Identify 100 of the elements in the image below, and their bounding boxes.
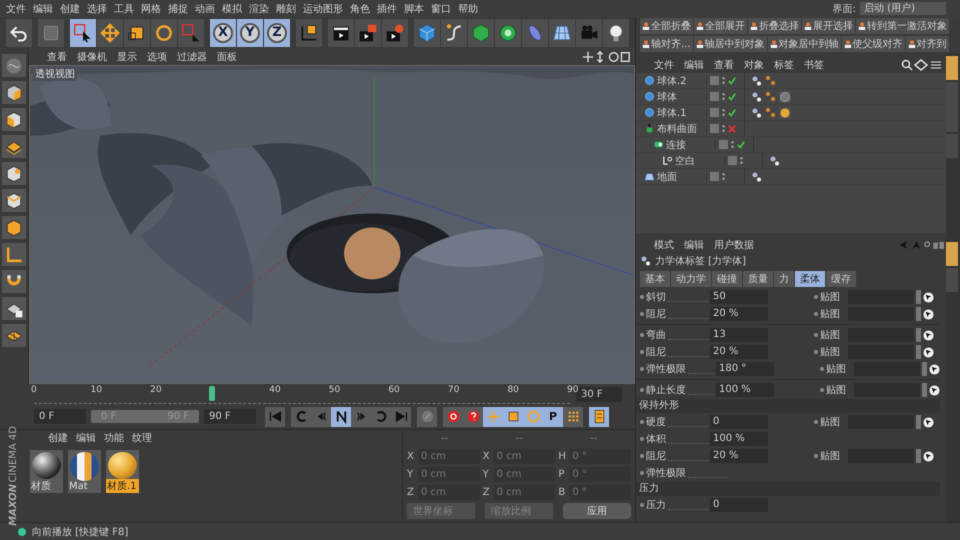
coordinate-button[interactable] — [296, 18, 322, 46]
axis-lock-button[interactable]: Y — [237, 18, 263, 46]
layers-button[interactable] — [2, 135, 26, 158]
rotate-button[interactable] — [151, 18, 177, 46]
object-menu-item[interactable]: 书签 — [804, 58, 824, 72]
menu-item[interactable]: 网格 — [141, 2, 161, 16]
scale-button[interactable] — [124, 18, 150, 46]
parameter-field[interactable]: 50 — [710, 290, 768, 304]
playhead[interactable] — [209, 386, 216, 400]
parameter-field[interactable]: 20 % — [710, 449, 768, 463]
menu-item[interactable]: 选择 — [87, 2, 107, 16]
material-swatch[interactable]: Mat — [68, 450, 101, 493]
attribute-menu-item[interactable]: 用户数据 — [714, 238, 754, 252]
navigation-icon[interactable] — [581, 50, 631, 62]
dots-tag-icon[interactable] — [765, 74, 777, 86]
object-name[interactable]: 球体.2 — [657, 74, 687, 88]
menu-item[interactable]: 渲染 — [249, 2, 269, 16]
arrow-icon[interactable] — [923, 450, 934, 462]
object-menu-item[interactable]: 编辑 — [684, 58, 704, 72]
parameter-field[interactable]: 13 — [710, 328, 768, 342]
parameter-field[interactable]: 20 % — [710, 307, 768, 321]
magnet-button[interactable] — [2, 270, 26, 293]
apply-button[interactable]: 应用 — [563, 503, 631, 519]
viewport-menu-item[interactable]: 显示 — [117, 50, 137, 64]
floor-button[interactable] — [549, 18, 575, 46]
parameter-field[interactable]: 100 % — [716, 383, 774, 397]
menu-item[interactable]: 捕捉 — [168, 2, 188, 16]
menu-item[interactable]: 模拟 — [222, 2, 242, 16]
viewport-menu-item[interactable]: 选项 — [147, 50, 167, 64]
object-name[interactable]: 连接 — [666, 138, 686, 152]
attribute-tab[interactable]: 柔体 — [795, 271, 825, 287]
object-name[interactable]: 地面 — [657, 170, 677, 184]
parameter-field[interactable]: 20 % — [710, 345, 768, 359]
menu-item[interactable]: 运动图形 — [303, 2, 343, 16]
material-tag-icon[interactable] — [779, 106, 791, 118]
object-menu-item[interactable]: 文件 — [654, 58, 674, 72]
object-name[interactable]: 空白 — [675, 154, 695, 168]
light-bulb-button[interactable] — [603, 18, 629, 46]
dynamics-tag-icon[interactable] — [751, 74, 763, 86]
move-button[interactable] — [483, 406, 503, 426]
axis-button[interactable] — [2, 243, 26, 266]
end-frame-field[interactable]: 90 F — [204, 409, 256, 424]
undo-button[interactable] — [6, 18, 32, 46]
attribute-tab[interactable]: 缓存 — [826, 271, 856, 287]
cube-button[interactable] — [2, 162, 26, 185]
attribute-tab[interactable]: 质量 — [743, 271, 773, 287]
section-header[interactable]: 保持外形 — [636, 399, 940, 413]
material-swatch[interactable]: 材质 — [30, 450, 63, 493]
attribute-tab[interactable]: 碰撞 — [712, 271, 742, 287]
skip-start-button[interactable] — [265, 406, 285, 426]
arrow-icon[interactable] — [923, 416, 934, 428]
blank-button[interactable] — [38, 18, 64, 46]
object-tool-button[interactable]: 轴居中到对象 — [694, 36, 767, 52]
attribute-tab[interactable]: 动力学 — [671, 271, 711, 287]
material-menu-item[interactable]: 创建 — [48, 431, 68, 445]
object-name[interactable]: 球体.1 — [657, 106, 687, 120]
menu-item[interactable]: 角色 — [350, 2, 370, 16]
object-name[interactable]: 球体 — [657, 90, 677, 104]
menu-item[interactable]: 雕刻 — [276, 2, 296, 16]
material-menu-item[interactable]: 纹理 — [132, 431, 152, 445]
layout-dropdown[interactable]: 启动 (用户) — [860, 2, 946, 15]
dynamics-tag-icon[interactable] — [751, 106, 763, 118]
object-menu-item[interactable]: 查看 — [714, 58, 734, 72]
attribute-menu-item[interactable]: 模式 — [654, 238, 674, 252]
select-button[interactable] — [70, 18, 96, 46]
key-button[interactable] — [417, 406, 437, 426]
menu-item[interactable]: 帮助 — [458, 2, 478, 16]
viewport-menu-item[interactable]: 摄像机 — [77, 50, 107, 64]
film-strip-button[interactable] — [589, 406, 609, 426]
move-button[interactable] — [97, 18, 123, 46]
dynamics-tag-icon[interactable] — [751, 170, 763, 182]
object-name[interactable]: 布料曲面 — [657, 122, 697, 136]
clapperboard-button[interactable] — [328, 18, 354, 46]
material-menu-item[interactable]: 编辑 — [76, 431, 96, 445]
cube-button[interactable] — [414, 18, 440, 46]
cross-icon[interactable] — [728, 124, 736, 132]
arrow-icon[interactable] — [923, 292, 934, 302]
dots-grid-button[interactable] — [563, 406, 583, 426]
object-tool-button[interactable]: 使父级对齐 — [842, 36, 905, 52]
object-tool-button[interactable]: 对象居中到轴 — [768, 36, 841, 52]
dynamics-tag-icon[interactable] — [769, 154, 781, 166]
record-button[interactable] — [443, 406, 463, 426]
menu-item[interactable]: 脚本 — [404, 2, 424, 16]
attribute-tab[interactable]: 基本 — [640, 271, 670, 287]
dynamics-tag-icon[interactable] — [751, 90, 763, 102]
viewport-menu-item[interactable]: 面板 — [217, 50, 237, 64]
timeline-ruler[interactable]: 0 10 20 40 50 60 70 80 90 30 F — [0, 384, 635, 404]
select-button[interactable] — [178, 18, 204, 46]
skip-end-button[interactable] — [391, 406, 411, 426]
object-tool-button[interactable]: 展开选择 — [802, 18, 855, 34]
parameter-key-button[interactable]: P — [543, 406, 563, 426]
capsule-button[interactable] — [522, 18, 548, 46]
viewport-menu-item[interactable]: 查看 — [47, 50, 67, 64]
viewport-menu-item[interactable]: 过滤器 — [177, 50, 207, 64]
menu-item[interactable]: 工具 — [114, 2, 134, 16]
help-button[interactable] — [463, 406, 483, 426]
object-tool-button[interactable]: 轴对齐... — [640, 36, 693, 52]
start-frame-field[interactable]: 0 F — [34, 409, 86, 424]
cube-button[interactable] — [2, 81, 26, 104]
parameter-field[interactable]: 0 — [710, 415, 768, 429]
